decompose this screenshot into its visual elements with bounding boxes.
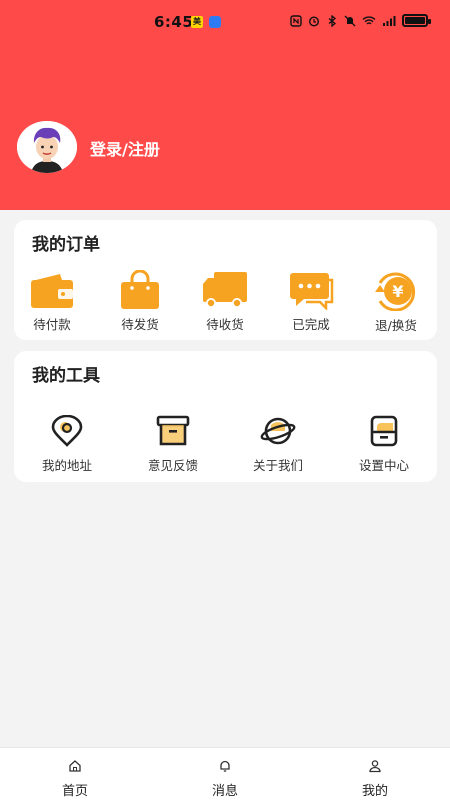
settings-device-icon — [370, 415, 398, 447]
orders-title: 我的订单 — [32, 235, 100, 255]
tool-feedback[interactable]: 意见反馈 — [133, 415, 213, 474]
alarm-icon — [308, 15, 320, 27]
battery-icon — [402, 14, 431, 27]
chat-bubble-icon — [290, 273, 334, 310]
app-notification-icon-2 — [209, 16, 221, 28]
order-refund-exchange[interactable]: ¥ 退/换货 — [356, 271, 436, 334]
bell-icon — [220, 760, 230, 772]
archive-box-icon — [156, 415, 190, 446]
bottom-nav: 首页 消息 我的 — [0, 747, 450, 800]
login-register-link[interactable]: 登录/注册 — [90, 136, 160, 160]
status-time: 6:45 — [154, 13, 194, 31]
wifi-icon — [362, 15, 376, 25]
nav-mine[interactable]: 我的 — [335, 748, 415, 800]
truck-icon — [203, 272, 247, 308]
profile-header: 6:45 美 登录/注册 — [0, 0, 450, 210]
order-label: 待收货 — [206, 317, 244, 332]
tools-title: 我的工具 — [32, 366, 100, 386]
status-bar: 6:45 美 — [0, 0, 450, 44]
nfc-icon — [290, 14, 302, 27]
signal-icon — [383, 15, 396, 26]
tool-label: 我的地址 — [41, 458, 92, 473]
nav-messages[interactable]: 消息 — [185, 748, 265, 800]
order-label: 待付款 — [33, 317, 71, 332]
refund-icon: ¥ — [375, 272, 416, 311]
tool-label: 意见反馈 — [147, 458, 198, 473]
location-pin-icon — [51, 415, 83, 447]
avatar[interactable] — [17, 121, 77, 173]
home-icon — [69, 760, 81, 772]
tool-label: 关于我们 — [252, 458, 303, 473]
app-notification-icon: 美 — [191, 16, 203, 28]
tools-card: 我的工具 我的地址 意见反馈 关于我们 设置中心 — [14, 351, 437, 482]
svg-text:¥: ¥ — [392, 282, 403, 301]
nav-label: 消息 — [211, 784, 238, 799]
order-pending-shipment[interactable]: 待发货 — [100, 270, 180, 333]
shopping-bag-icon — [121, 270, 159, 309]
order-label: 退/换货 — [375, 318, 417, 333]
order-label: 已完成 — [292, 317, 330, 332]
wallet-icon — [31, 274, 73, 308]
planet-icon — [260, 417, 296, 445]
nav-home[interactable]: 首页 — [35, 748, 115, 800]
nav-label: 首页 — [61, 784, 88, 799]
orders-card: 我的订单 待付款 待发货 待收货 已完成 ¥ 退/换货 — [14, 220, 437, 340]
order-label: 待发货 — [121, 317, 159, 332]
tool-label: 设置中心 — [358, 458, 409, 473]
order-pending-receipt[interactable]: 待收货 — [185, 270, 265, 333]
status-icons — [290, 14, 431, 27]
tool-settings-center[interactable]: 设置中心 — [344, 415, 424, 474]
tool-my-address[interactable]: 我的地址 — [27, 415, 107, 474]
order-completed[interactable]: 已完成 — [271, 272, 351, 333]
avatar-image — [17, 121, 77, 173]
order-pending-payment[interactable]: 待付款 — [12, 272, 92, 333]
user-icon — [369, 760, 381, 773]
bluetooth-icon — [328, 14, 337, 27]
tool-about-us[interactable]: 关于我们 — [238, 415, 318, 474]
nav-label: 我的 — [361, 784, 388, 799]
mute-icon — [344, 15, 356, 26]
